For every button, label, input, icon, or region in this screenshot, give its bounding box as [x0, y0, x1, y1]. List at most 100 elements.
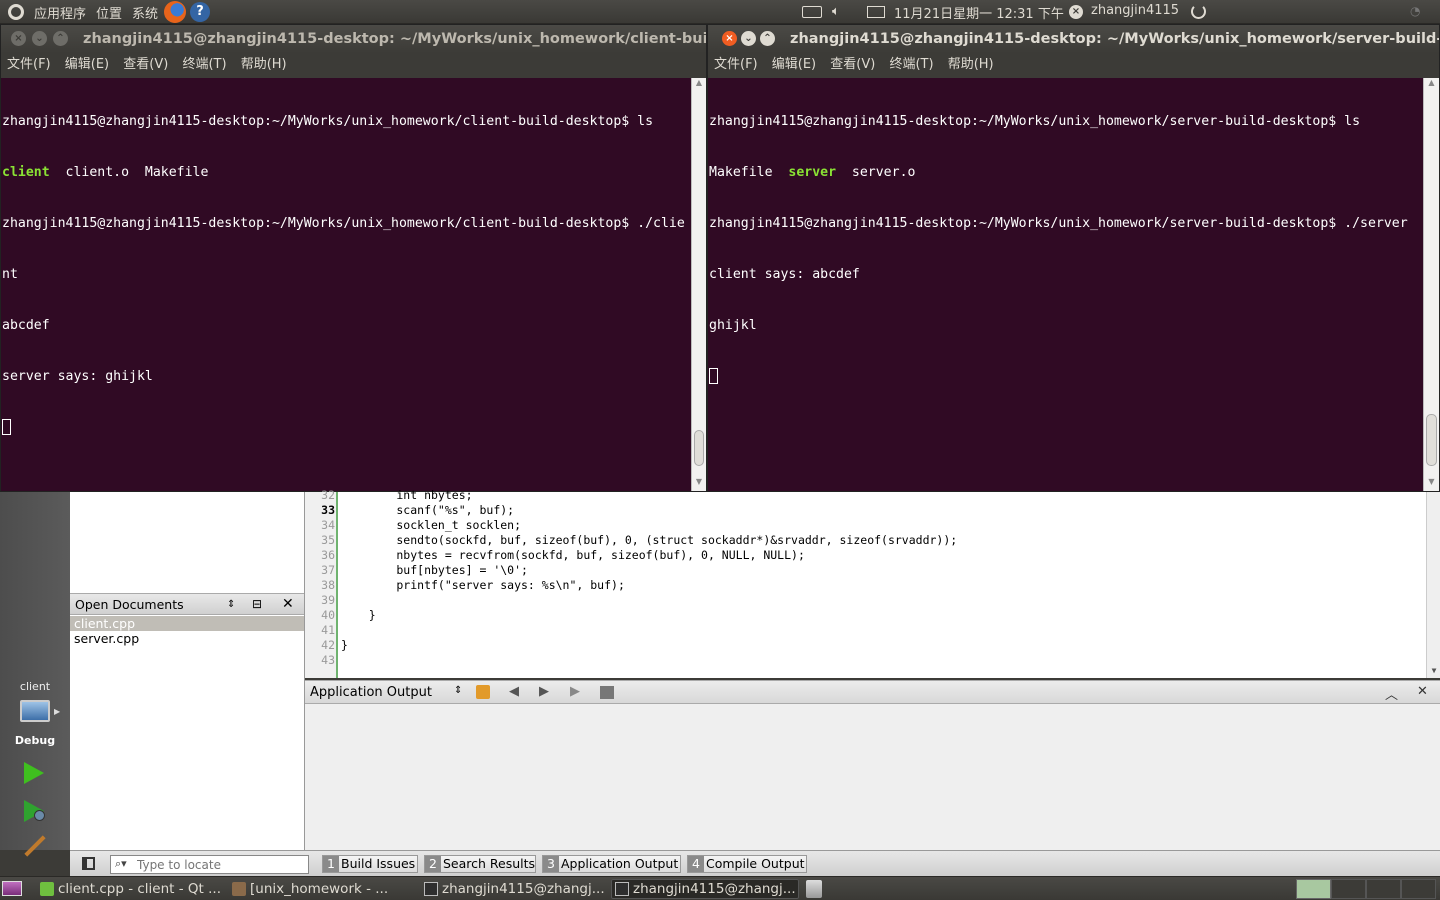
terminal-line: zhangjin4115@zhangjin4115-desktop:~/MyWo… [709, 114, 1361, 129]
search-icon: ⌕▾ [115, 857, 127, 870]
menu-terminal[interactable]: 终端(T) [182, 57, 226, 72]
menu-edit[interactable]: 编辑(E) [65, 57, 109, 72]
line-number: 39 [321, 593, 335, 607]
tab-label: Application Output [561, 856, 679, 871]
run-icon[interactable] [24, 762, 44, 784]
code-editor[interactable]: 32 int nbytes; 33 scanf("%s", buf); 34 soc… [305, 488, 1440, 678]
menu-view[interactable]: 查看(V) [123, 57, 168, 72]
terminal-line: ghijkl [709, 318, 757, 333]
workspace-1[interactable] [1296, 879, 1331, 899]
terminal-line: abcdef [2, 318, 50, 333]
maximize-button[interactable]: ⌃ [53, 31, 68, 46]
taskbar-item-file-manager[interactable]: [unix_homework - ... [228, 879, 414, 899]
terminal-scrollbar[interactable]: ▲ ▼ [1423, 78, 1439, 491]
locator-input[interactable] [137, 857, 305, 872]
scroll-thumb[interactable] [694, 430, 704, 466]
firefox-icon[interactable] [164, 1, 186, 23]
network-icon[interactable]: ◔ [1410, 4, 1434, 20]
close-button[interactable]: × [11, 31, 26, 46]
taskbar-item-qt-creator[interactable]: client.cpp - client - Qt ... [36, 879, 222, 899]
server-terminal-window[interactable]: × ⌄ ⌃ zhangjin4115@zhangjin4115-desktop:… [707, 24, 1440, 492]
minimize-button[interactable]: ⌄ [741, 31, 756, 46]
menu-help[interactable]: 帮助(H) [948, 57, 994, 72]
client-terminal-window[interactable]: × ⌄ ⌃ zhangjin4115@zhangjin4115-desktop:… [0, 24, 707, 492]
workspace-switcher[interactable] [1296, 879, 1436, 899]
menu-terminal[interactable]: 终端(T) [889, 57, 933, 72]
user-status-icon[interactable]: × [1069, 5, 1083, 19]
minimize-button[interactable]: ⌄ [32, 31, 47, 46]
workspace-4[interactable] [1401, 879, 1436, 899]
compile-output-tab[interactable]: 4 Compile Output [687, 855, 807, 873]
view-selector-icon[interactable]: ⇕ [227, 594, 235, 615]
previous-item-icon[interactable]: ◀ [509, 684, 519, 699]
close-pane-icon[interactable]: ✕ [1417, 684, 1428, 699]
document-item-selected[interactable]: client.cpp [70, 616, 304, 631]
menu-edit[interactable]: 编辑(E) [772, 57, 816, 72]
help-icon[interactable]: ? [190, 2, 210, 22]
workspace-2[interactable] [1331, 879, 1366, 899]
taskbar-item-terminal-2-active[interactable]: zhangjin4115@zhangj... [611, 879, 799, 899]
scroll-up-arrow[interactable]: ▲ [1424, 78, 1439, 92]
file-list: server.o [836, 165, 916, 180]
ubuntu-logo-icon[interactable] [8, 4, 24, 20]
folder-icon [232, 882, 246, 896]
taskbar-item-terminal-1[interactable]: zhangjin4115@zhangj... [420, 879, 606, 899]
rerun-icon[interactable]: ▶ [570, 684, 580, 699]
close-button[interactable]: × [722, 31, 737, 46]
toggle-sidebar-icon[interactable] [82, 857, 95, 870]
terminal-line [709, 368, 1423, 385]
terminal-scrollbar[interactable]: ▲ ▼ [691, 78, 706, 491]
power-icon[interactable] [1191, 4, 1206, 19]
qt-creator-icon [40, 882, 54, 896]
terminal-line: zhangjin4115@zhangjin4115-desktop:~/MyWo… [709, 216, 1408, 231]
window-title: zhangjin4115@zhangjin4115-desktop: ~/MyW… [83, 31, 706, 47]
show-desktop-icon[interactable] [2, 881, 22, 896]
server-terminal-titlebar[interactable]: × ⌄ ⌃ zhangjin4115@zhangjin4115-desktop:… [708, 25, 1439, 53]
scroll-thumb[interactable] [1426, 414, 1437, 466]
places-menu[interactable]: 位置 [96, 3, 122, 22]
monitor-icon[interactable] [20, 700, 50, 722]
build-hammer-icon[interactable] [24, 835, 46, 857]
line-number: 33 [321, 503, 335, 517]
mail-icon[interactable] [867, 6, 885, 18]
client-terminal-titlebar[interactable]: × ⌄ ⌃ zhangjin4115@zhangjin4115-desktop:… [1, 25, 706, 53]
application-output-area[interactable] [305, 704, 1440, 850]
system-menu[interactable]: 系统 [132, 3, 158, 22]
menu-view[interactable]: 查看(V) [830, 57, 875, 72]
open-documents-title[interactable]: Open Documents [75, 597, 184, 612]
next-item-icon[interactable]: ▶ [539, 684, 549, 699]
scroll-down-arrow[interactable]: ▼ [692, 477, 706, 491]
client-terminal-output[interactable]: zhangjin4115@zhangjin4115-desktop:~/MyWo… [1, 78, 692, 491]
taskbar-label: zhangjin4115@zhangj... [633, 881, 796, 897]
document-item[interactable]: server.cpp [70, 631, 304, 646]
search-results-tab[interactable]: 2 Search Results [424, 855, 536, 873]
clock[interactable]: 11月21日星期一 12:31 下午 [894, 3, 1064, 22]
maximize-pane-icon[interactable]: ︿ [1385, 684, 1398, 703]
menu-file[interactable]: 文件(F) [7, 57, 51, 72]
applications-menu[interactable]: 应用程序 [34, 3, 86, 22]
output-pane-title[interactable]: Application Output [310, 685, 432, 700]
server-terminal-output[interactable]: zhangjin4115@zhangjin4115-desktop:~/MyWo… [708, 78, 1424, 491]
keyboard-icon[interactable] [802, 6, 822, 18]
menu-file[interactable]: 文件(F) [714, 57, 758, 72]
pane-selector-icon[interactable]: ⇕ [454, 685, 462, 696]
locator-box[interactable]: ⌕▾ [110, 855, 309, 874]
scroll-down-arrow[interactable]: ▼ [1424, 477, 1439, 491]
scroll-down-arrow[interactable]: ▼ [1427, 666, 1440, 678]
trash-icon[interactable] [806, 880, 822, 898]
scroll-up-arrow[interactable]: ▲ [692, 78, 706, 92]
split-icon[interactable]: ⊟ [252, 594, 262, 615]
target-selector-arrow-icon[interactable]: ▶ [54, 707, 60, 716]
application-output-tab[interactable]: 3 Application Output [542, 855, 681, 873]
stop-icon[interactable] [600, 686, 614, 699]
volume-icon[interactable]: 🔈︎ [832, 4, 840, 19]
close-icon[interactable]: ✕ [282, 594, 294, 615]
workspace-3[interactable] [1366, 879, 1401, 899]
maximize-button[interactable]: ⌃ [760, 31, 775, 46]
terminal-line: zhangjin4115@zhangjin4115-desktop:~/MyWo… [2, 114, 654, 129]
username[interactable]: zhangjin4115 [1091, 3, 1179, 18]
editor-scrollbar[interactable]: ▼ [1426, 492, 1440, 678]
clear-output-icon[interactable] [476, 685, 490, 699]
menu-help[interactable]: 帮助(H) [241, 57, 287, 72]
build-issues-tab[interactable]: 1 Build Issues [322, 855, 418, 873]
